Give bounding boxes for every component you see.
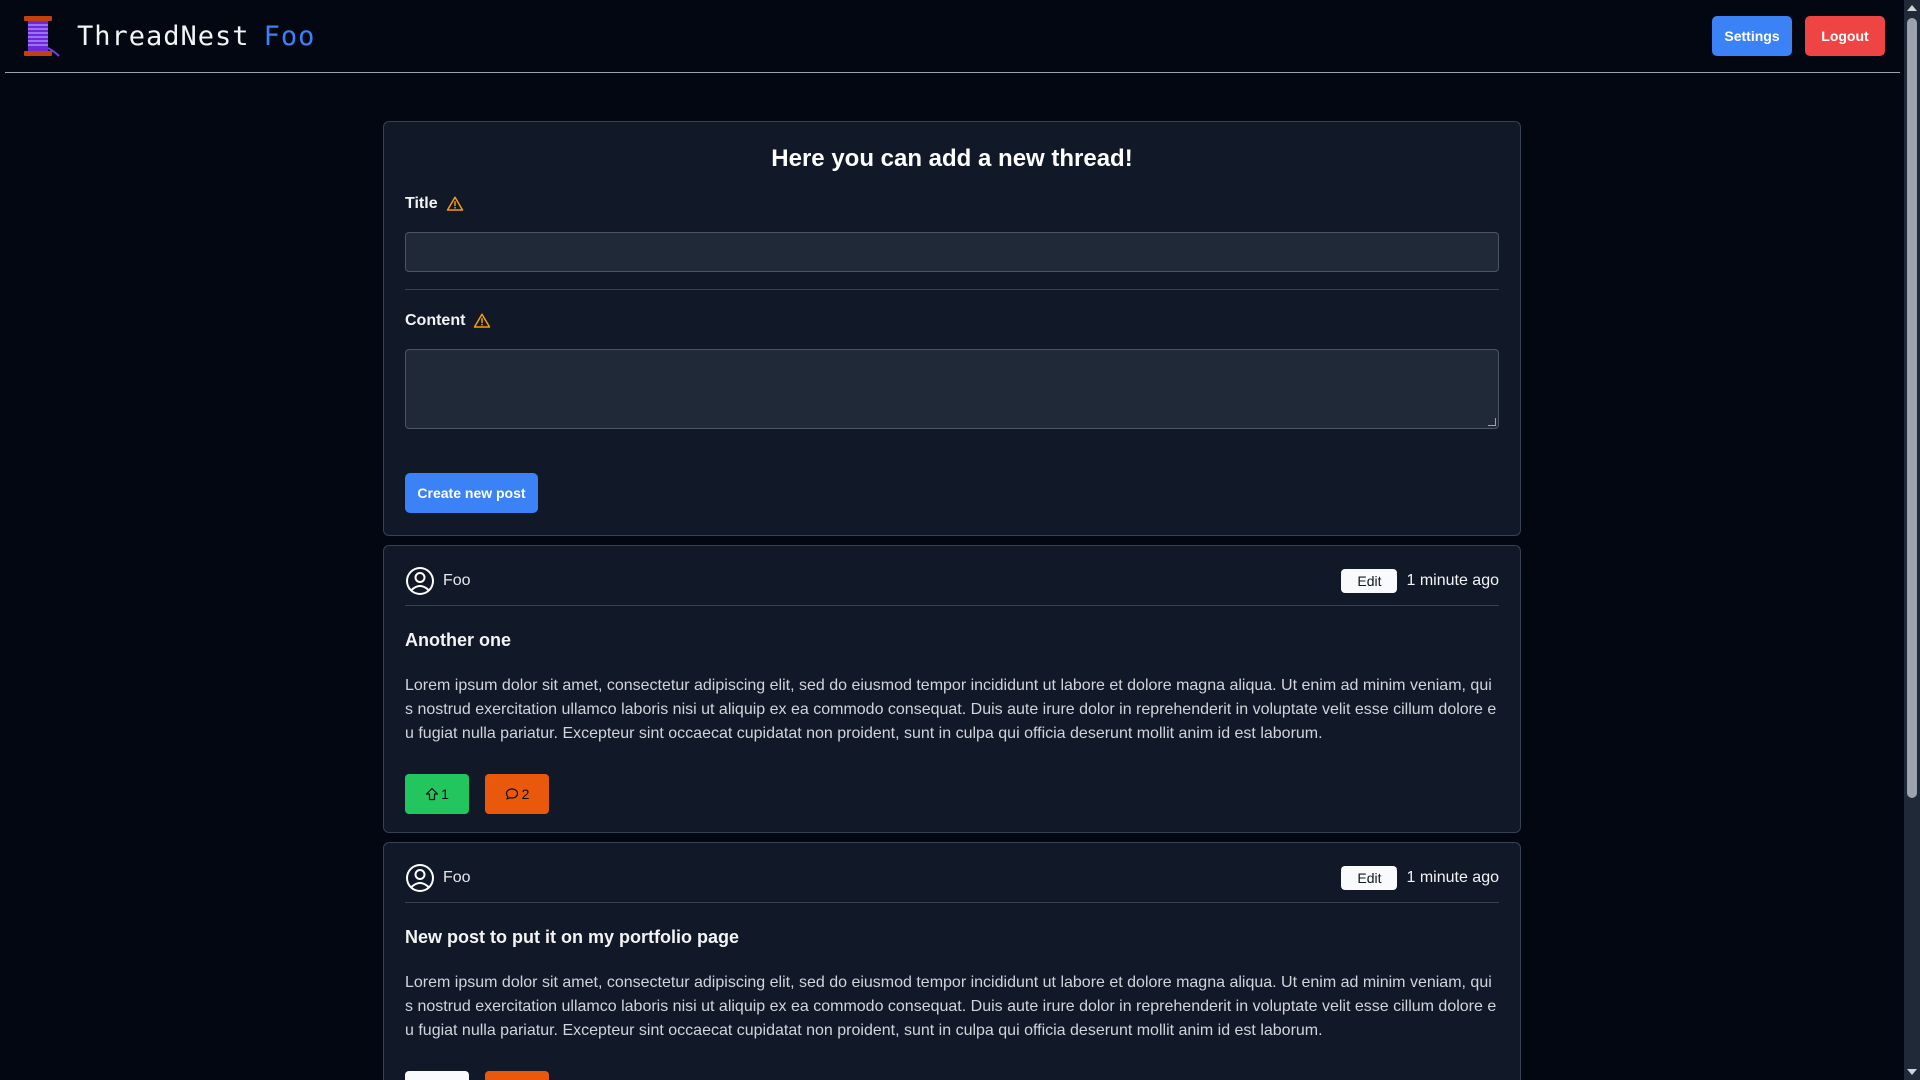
- author-name: Foo: [443, 572, 471, 589]
- thread-spool-icon: [24, 16, 60, 57]
- edit-button[interactable]: Edit: [1341, 866, 1398, 890]
- upvote-count: 1: [441, 786, 449, 802]
- post-header: Foo Edit 1 minute ago: [405, 566, 1499, 596]
- form-divider: [405, 289, 1499, 290]
- title-label: Title: [405, 195, 1499, 213]
- brand-username: Foo: [263, 20, 316, 52]
- content-label-text: Content: [405, 312, 466, 329]
- post-header: Foo Edit 1 minute ago: [405, 863, 1499, 893]
- post-divider: [405, 902, 1499, 903]
- brand-name: ThreadNest: [77, 20, 250, 52]
- post-title[interactable]: Another one: [405, 630, 1499, 651]
- post-divider: [405, 605, 1499, 606]
- upvote-button[interactable]: [405, 1071, 469, 1080]
- content-label: Content: [405, 312, 1499, 330]
- top-navbar: ThreadNest Foo Settings Logout: [5, 0, 1900, 73]
- page: ThreadNest Foo Settings Logout Here you c…: [0, 0, 1920, 1080]
- author-name: Foo: [443, 869, 471, 886]
- arrow-up-icon: [425, 787, 439, 801]
- edit-button[interactable]: Edit: [1341, 569, 1398, 593]
- settings-button[interactable]: Settings: [1712, 16, 1792, 56]
- post-title[interactable]: New post to put it on my portfolio page: [405, 927, 1499, 948]
- comment-bubble-icon: [505, 788, 518, 800]
- brand[interactable]: ThreadNest Foo: [5, 14, 315, 58]
- post-author[interactable]: Foo: [405, 863, 471, 893]
- page-scrollbar[interactable]: [1904, 0, 1920, 1080]
- post-body: Lorem ipsum dolor sit amet, consectetur …: [405, 974, 1497, 1039]
- scroll-down-arrow-icon[interactable]: [1907, 1069, 1917, 1075]
- new-thread-form: Here you can add a new thread! Title Con…: [383, 121, 1521, 536]
- post-card: Foo Edit 1 minute ago New post to put it…: [383, 842, 1521, 1080]
- comment-count: 2: [521, 786, 530, 802]
- warning-triangle-icon: [474, 313, 491, 328]
- title-input[interactable]: [405, 232, 1499, 272]
- comments-button[interactable]: [485, 1071, 549, 1080]
- post-timestamp: 1 minute ago: [1406, 869, 1499, 886]
- content-textarea[interactable]: [405, 349, 1499, 429]
- scroll-up-arrow-icon[interactable]: [1907, 5, 1917, 11]
- post-timestamp: 1 minute ago: [1406, 572, 1499, 589]
- post-card: Foo Edit 1 minute ago Another one Lorem …: [383, 545, 1521, 833]
- comments-button[interactable]: 2: [485, 774, 549, 814]
- scrollbar-thumb[interactable]: [1907, 18, 1917, 798]
- create-post-button[interactable]: Create new post: [405, 473, 538, 513]
- upvote-button[interactable]: 1: [405, 774, 469, 814]
- brand-title: ThreadNest Foo: [77, 21, 315, 52]
- logout-button[interactable]: Logout: [1805, 16, 1885, 56]
- form-heading: Here you can add a new thread!: [771, 145, 1133, 172]
- post-body: Lorem ipsum dolor sit amet, consectetur …: [405, 677, 1497, 742]
- user-avatar-icon: [406, 567, 434, 595]
- resize-handle-icon[interactable]: [1488, 418, 1496, 426]
- header-actions: Settings Logout: [1712, 16, 1900, 56]
- post-actions: [405, 1071, 1499, 1080]
- user-avatar-icon: [406, 864, 434, 892]
- post-meta: Edit 1 minute ago: [1341, 569, 1499, 593]
- title-label-text: Title: [405, 195, 438, 212]
- post-actions: 1 2: [405, 774, 1499, 814]
- post-author[interactable]: Foo: [405, 566, 471, 596]
- post-meta: Edit 1 minute ago: [1341, 866, 1499, 890]
- warning-triangle-icon: [446, 196, 463, 211]
